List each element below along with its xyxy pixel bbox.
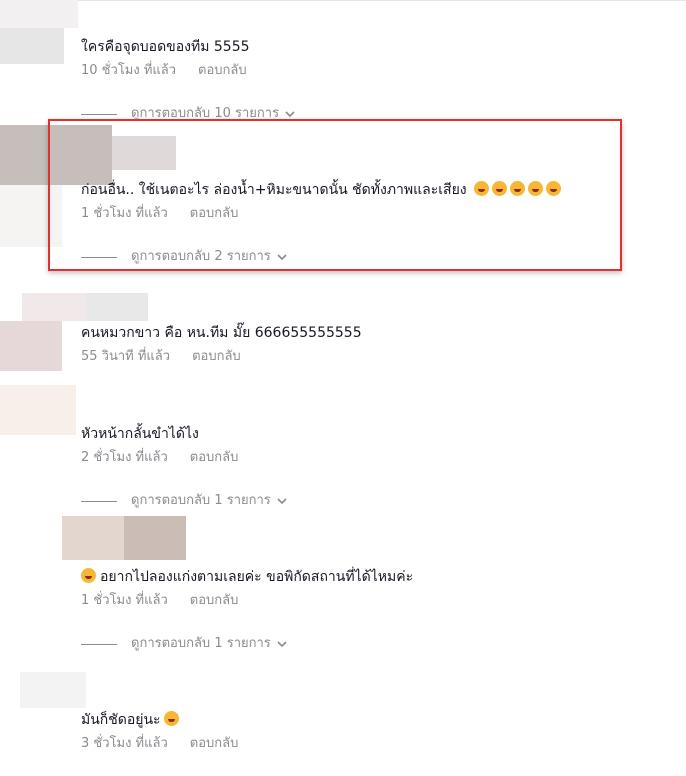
replies-divider: [81, 500, 117, 502]
laughing-emoji-icon: [163, 711, 179, 726]
replies-divider: [81, 643, 117, 645]
divider: [78, 0, 686, 1]
comment-item: อยากไปลองแก่งตามเลยค่ะ ขอพิกัดสถานที่ได้…: [81, 567, 641, 610]
avatar-blur: [0, 321, 62, 371]
comment-text-body: ก่อนอื่น.. ใช้เนตอะไร ล่องน้ำ+หิมะขนาดนั…: [81, 182, 467, 198]
chevron-down-icon: [285, 111, 295, 118]
comment-time: 1 ชั่วโมง ที่แล้ว: [81, 206, 168, 221]
reply-button[interactable]: ตอบกลับ: [190, 593, 239, 608]
avatar-blur: [0, 28, 64, 64]
comment-meta: 55 วินาที ที่แล้ว ตอบกลับ: [81, 348, 641, 366]
avatar-blur: [86, 293, 148, 321]
chevron-down-icon: [277, 498, 287, 505]
avatar-blur: [124, 516, 186, 560]
view-replies-button[interactable]: ดูการตอบกลับ 1 รายการ: [81, 635, 287, 653]
rofl-emoji-icon: [510, 181, 526, 196]
comment-meta: 3 ชั่วโมง ที่แล้ว ตอบกลับ: [81, 735, 641, 753]
avatar-blur: [0, 0, 78, 28]
reply-button[interactable]: ตอบกลับ: [198, 63, 247, 78]
replies-divider: [81, 256, 117, 258]
comment-meta: 1 ชั่วโมง ที่แล้ว ตอบกลับ: [81, 592, 641, 610]
view-replies-label: ดูการตอบกลับ 1 รายการ: [131, 636, 271, 651]
comment-text-body: อยากไปลองแก่งตามเลยค่ะ ขอพิกัดสถานที่ได้…: [100, 569, 414, 585]
avatar-blur: [22, 293, 86, 321]
rofl-emoji-icon: [474, 181, 490, 196]
comment-time: 2 ชั่วโมง ที่แล้ว: [81, 450, 168, 465]
comment-text: อยากไปลองแก่งตามเลยค่ะ ขอพิกัดสถานที่ได้…: [81, 567, 641, 587]
comment-meta: 1 ชั่วโมง ที่แล้ว ตอบกลับ: [81, 205, 641, 223]
reply-button[interactable]: ตอบกลับ: [190, 736, 239, 751]
rofl-emoji-icon: [528, 181, 544, 196]
comment-item: มันก็ชัดอยู่นะ 3 ชั่วโมง ที่แล้ว ตอบกลับ: [81, 710, 641, 753]
view-replies-label: ดูการตอบกลับ 2 รายการ: [131, 249, 271, 264]
view-replies-label: ดูการตอบกลับ 1 รายการ: [131, 493, 271, 508]
comment-text: มันก็ชัดอยู่นะ: [81, 710, 641, 730]
view-replies-button[interactable]: ดูการตอบกลับ 1 รายการ: [81, 492, 287, 510]
comment-text: หัวหน้ากลั้นขำได้ไง: [81, 426, 199, 442]
avatar-blur: [0, 385, 76, 435]
view-replies-button[interactable]: ดูการตอบกลับ 2 รายการ: [81, 248, 287, 266]
rofl-emoji-icon: [492, 181, 508, 196]
avatar-blur: [20, 672, 86, 708]
reply-button[interactable]: ตอบกลับ: [190, 206, 239, 221]
comment-item: ก่อนอื่น.. ใช้เนตอะไร ล่องน้ำ+หิมะขนาดนั…: [81, 180, 641, 223]
comment-item: คนหมวกขาว คือ หน.ทีม มั๊ย 666655555555 5…: [81, 323, 641, 366]
comment-time: 3 ชั่วโมง ที่แล้ว: [81, 736, 168, 751]
comment-meta: 2 ชั่วโมง ที่แล้ว ตอบกลับ: [81, 449, 641, 467]
comment-time: 55 วินาที ที่แล้ว: [81, 349, 171, 364]
comment-item: หัวหน้ากลั้นขำได้ไง 2 ชั่วโมง ที่แล้ว ตอบ…: [81, 424, 641, 467]
comment-text: ก่อนอื่น.. ใช้เนตอะไร ล่องน้ำ+หิมะขนาดนั…: [81, 180, 641, 200]
avatar-blur: [62, 516, 124, 560]
rofl-emoji-icon: [546, 181, 562, 196]
laughing-emoji-icon: [81, 568, 96, 583]
comment-text-body: มันก็ชัดอยู่นะ: [81, 712, 161, 728]
replies-divider: [81, 113, 117, 115]
reply-button[interactable]: ตอบกลับ: [192, 349, 241, 364]
comment-text: คนหมวกขาว คือ หน.ทีม มั๊ย 666655555555: [81, 325, 362, 341]
comment-time: 1 ชั่วโมง ที่แล้ว: [81, 593, 168, 608]
chevron-down-icon: [277, 641, 287, 648]
comment-item: ใครคือจุดบอดของทีม 5555 10 ชั่วโมง ที่แล…: [81, 37, 641, 80]
comment-meta: 10 ชั่วโมง ที่แล้ว ตอบกลับ: [81, 62, 641, 80]
chevron-down-icon: [277, 254, 287, 261]
comment-time: 10 ชั่วโมง ที่แล้ว: [81, 63, 177, 78]
reply-button[interactable]: ตอบกลับ: [190, 450, 239, 465]
comment-text: ใครคือจุดบอดของทีม 5555: [81, 39, 250, 55]
